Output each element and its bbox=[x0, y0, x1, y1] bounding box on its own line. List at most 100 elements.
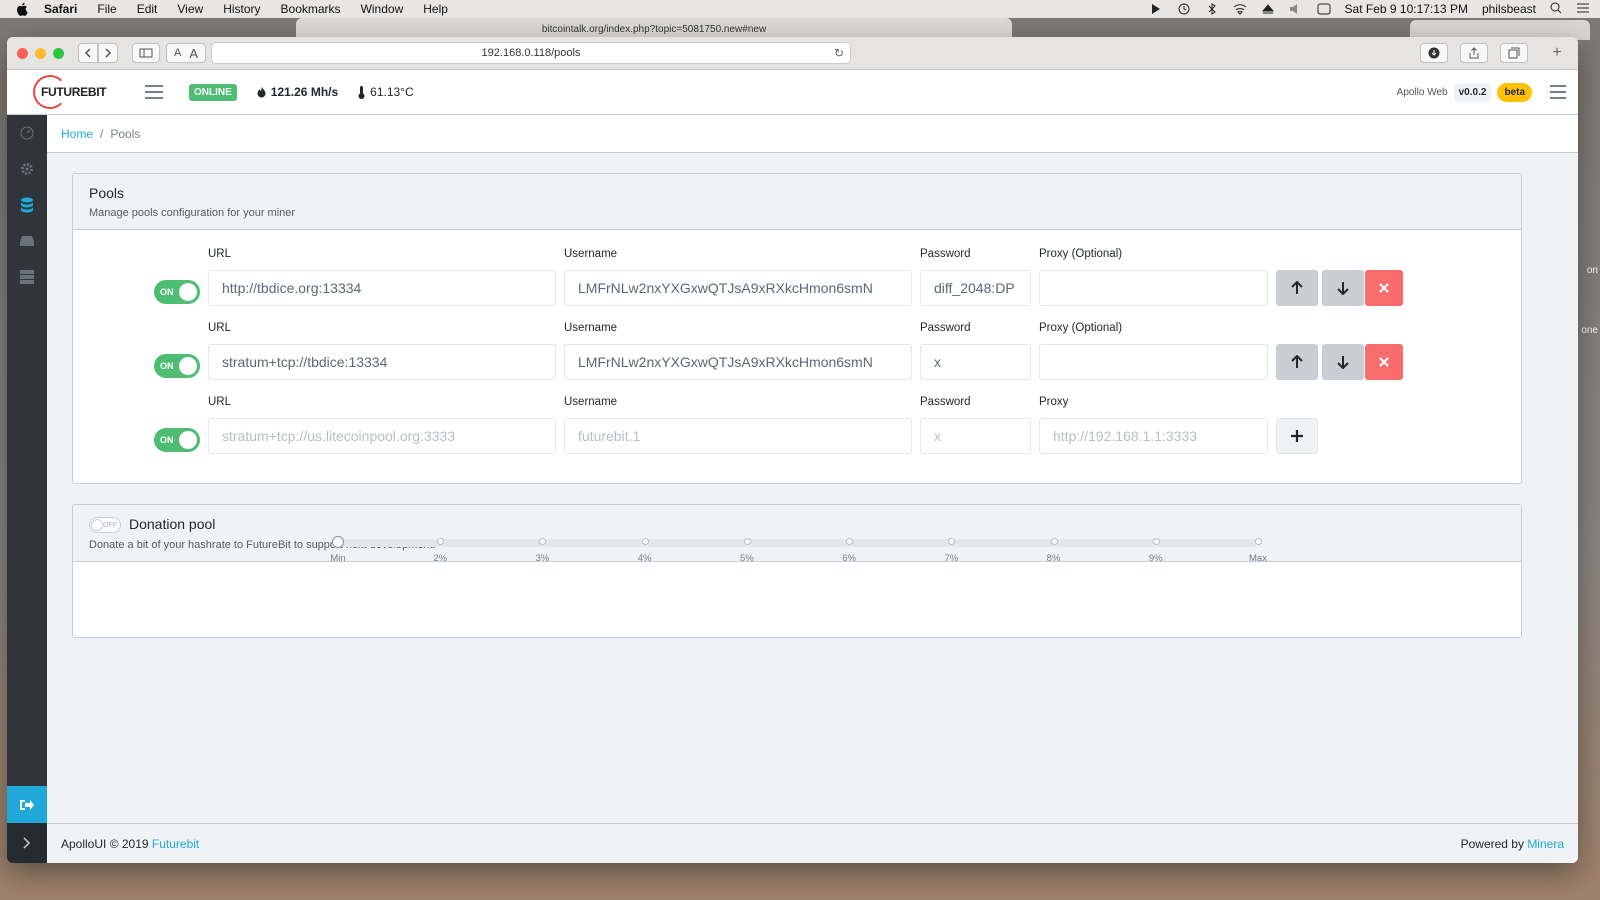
menu-history[interactable]: History bbox=[223, 2, 260, 16]
pool-2-move-down-button[interactable] bbox=[1322, 344, 1364, 380]
pool-2-username-input[interactable]: LMFrNLw2nxYXGxwQTJsA9xRXkcHmon6smN bbox=[564, 344, 912, 380]
donation-slider-tick[interactable] bbox=[846, 538, 854, 545]
address-bar-url: 192.168.0.118/pools bbox=[481, 47, 581, 59]
new-pool-proxy-input[interactable]: http://192.168.1.1:3333 bbox=[1039, 418, 1268, 454]
sidebar-toggle-icon[interactable] bbox=[145, 85, 163, 99]
text-small-icon: A bbox=[173, 47, 182, 59]
sidebar-item-dashboard[interactable] bbox=[7, 115, 47, 151]
pool-2-password-input[interactable]: x bbox=[920, 344, 1031, 380]
new-pool-username-label: Username bbox=[564, 396, 618, 408]
wifi-icon[interactable] bbox=[1233, 3, 1247, 15]
pool-2-move-up-button[interactable] bbox=[1276, 344, 1318, 380]
sidebar-minimizer[interactable] bbox=[7, 823, 47, 863]
notification-center-icon[interactable] bbox=[1576, 2, 1590, 17]
new-tab-icon[interactable]: + bbox=[1546, 42, 1568, 64]
downloads-button[interactable] bbox=[1420, 43, 1448, 63]
menubar-clock[interactable]: Sat Feb 9 10:17:13 PM bbox=[1345, 2, 1468, 16]
menubar-user[interactable]: philsbeast bbox=[1482, 2, 1536, 16]
pool-1-delete-button[interactable] bbox=[1365, 270, 1403, 306]
bluetooth-icon[interactable] bbox=[1205, 3, 1219, 15]
footer-futurebit-link[interactable]: Futurebit bbox=[152, 837, 199, 851]
menu-edit[interactable]: Edit bbox=[137, 2, 158, 16]
donation-slider-tick[interactable] bbox=[1050, 538, 1058, 545]
donation-slider-tick[interactable] bbox=[539, 538, 547, 545]
logout-button[interactable] bbox=[7, 786, 47, 823]
footer-copyright: ApolloUI © 2019 bbox=[61, 836, 149, 851]
apple-icon[interactable] bbox=[16, 2, 30, 16]
donation-slider-tick[interactable] bbox=[948, 538, 956, 545]
close-window-button[interactable] bbox=[17, 47, 28, 59]
arrow-up-icon bbox=[1291, 281, 1303, 294]
pool-1-toggle-label: ON bbox=[160, 287, 174, 297]
donation-slider-tick-label: 7% bbox=[944, 553, 959, 564]
add-pool-button[interactable] bbox=[1276, 418, 1318, 454]
pool-2-url-input[interactable]: stratum+tcp://tbdice:13334 bbox=[208, 344, 556, 380]
time-machine-icon[interactable] bbox=[1177, 3, 1191, 15]
menu-help[interactable]: Help bbox=[423, 2, 448, 16]
menu-app-name[interactable]: Safari bbox=[44, 2, 77, 16]
donation-slider-handle[interactable] bbox=[332, 536, 344, 548]
volume-icon[interactable] bbox=[1289, 3, 1303, 15]
pool-1-enable-toggle[interactable]: ON bbox=[154, 280, 200, 304]
donation-card-title: Donation pool bbox=[129, 516, 216, 532]
keyboard-icon[interactable] bbox=[1317, 3, 1331, 15]
minimize-window-button[interactable] bbox=[35, 47, 46, 59]
sign-out-icon bbox=[20, 799, 34, 810]
back-button[interactable] bbox=[78, 43, 98, 63]
status-tray bbox=[1149, 3, 1331, 15]
sidebar-item-system[interactable] bbox=[7, 259, 47, 295]
eject-icon[interactable] bbox=[1261, 3, 1275, 15]
menu-window[interactable]: Window bbox=[361, 2, 404, 16]
donation-slider-tick[interactable] bbox=[1255, 538, 1262, 545]
pool-2-delete-button[interactable] bbox=[1365, 344, 1403, 380]
donation-slider-tick-label: Min bbox=[330, 553, 346, 564]
forward-button[interactable] bbox=[98, 43, 118, 63]
donation-enable-toggle[interactable]: OFF bbox=[89, 517, 121, 534]
new-pool-enable-toggle[interactable]: ON bbox=[154, 428, 200, 452]
zoom-window-button[interactable] bbox=[53, 47, 64, 59]
pool-1-move-up-button[interactable] bbox=[1276, 270, 1318, 306]
pool-1-proxy-input[interactable] bbox=[1039, 270, 1268, 306]
tabs-overview-button[interactable] bbox=[1500, 43, 1528, 63]
donation-slider-tick[interactable] bbox=[1152, 538, 1160, 545]
footer-minera-link[interactable]: Minera bbox=[1527, 837, 1564, 851]
text-size-button[interactable]: AA bbox=[166, 43, 206, 63]
breadcrumb-current: Pools bbox=[110, 126, 141, 141]
donation-slider-tick[interactable] bbox=[743, 538, 751, 545]
background-text-on: on bbox=[1586, 265, 1598, 276]
donation-slider-tick-label: 6% bbox=[842, 553, 856, 564]
sidebar-item-pools[interactable] bbox=[7, 187, 47, 223]
donation-slider-tick-label: 2% bbox=[433, 553, 448, 564]
pools-card-header: Pools Manage pools configuration for you… bbox=[73, 174, 1521, 230]
donation-slider-tick[interactable] bbox=[641, 538, 649, 545]
sidebar-toggle-button[interactable] bbox=[132, 43, 160, 63]
pool-1-password-input[interactable]: diff_2048:DP bbox=[920, 270, 1031, 306]
donation-slider[interactable]: Min 2% 3% 4% 5% 6% 7% 8% 9% Max bbox=[330, 536, 1267, 564]
pool-2-proxy-input[interactable] bbox=[1039, 344, 1268, 380]
reload-icon[interactable]: ↻ bbox=[834, 46, 844, 60]
pool-1-move-down-button[interactable] bbox=[1322, 270, 1364, 306]
battery-icon[interactable] bbox=[1149, 3, 1163, 15]
aside-menu-icon[interactable] bbox=[1550, 85, 1566, 99]
new-pool-password-input[interactable]: x bbox=[920, 418, 1031, 454]
macos-menubar: Safari File Edit View History Bookmarks … bbox=[0, 0, 1600, 18]
spotlight-icon[interactable] bbox=[1550, 2, 1562, 17]
sidebar-item-settings[interactable] bbox=[7, 151, 47, 187]
donation-card-title-row: OFF Donation pool bbox=[89, 516, 1505, 534]
pool-2-username-label: Username bbox=[564, 322, 618, 334]
pool-1-url-input[interactable]: http://tbdice.org:13334 bbox=[208, 270, 556, 306]
donation-slider-tick[interactable] bbox=[437, 538, 445, 545]
share-button[interactable] bbox=[1460, 43, 1488, 63]
sidebar-item-hardware[interactable] bbox=[7, 223, 47, 259]
breadcrumb-home[interactable]: Home bbox=[61, 127, 93, 141]
menu-bookmarks[interactable]: Bookmarks bbox=[281, 2, 341, 16]
address-bar[interactable]: 192.168.0.118/pools ↻ bbox=[211, 42, 851, 64]
menu-file[interactable]: File bbox=[97, 2, 116, 16]
futurebit-logo[interactable]: FUTUREBIT bbox=[33, 75, 107, 109]
breadcrumb-separator: / bbox=[100, 126, 104, 141]
new-pool-url-input[interactable]: stratum+tcp://us.litecoinpool.org:3333 bbox=[208, 418, 556, 454]
pool-2-enable-toggle[interactable]: ON bbox=[154, 354, 200, 378]
pool-1-username-input[interactable]: LMFrNLw2nxYXGxwQTJsA9xRXkcHmon6smN bbox=[564, 270, 912, 306]
new-pool-username-input[interactable]: futurebit.1 bbox=[564, 418, 912, 454]
menu-view[interactable]: View bbox=[177, 2, 203, 16]
